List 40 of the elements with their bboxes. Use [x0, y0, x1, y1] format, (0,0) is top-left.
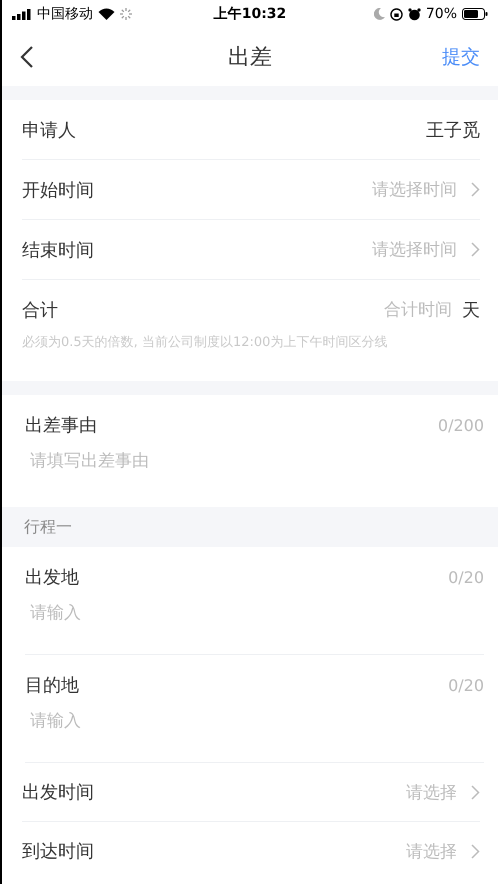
field-label: 目的地: [25, 674, 79, 697]
chevron-right-icon: [471, 242, 480, 257]
loading-icon: [120, 8, 132, 20]
carrier: 中国移动: [37, 5, 93, 23]
alarm-icon: [408, 8, 421, 20]
back-button[interactable]: [20, 46, 34, 68]
wifi-icon: [98, 8, 115, 20]
rotation-lock-icon: [390, 8, 403, 20]
select-field[interactable]: 请选择时间: [372, 238, 480, 261]
signal-icon: [12, 8, 32, 20]
clock-time: 上午10:32: [214, 5, 286, 23]
field-label: 到达时间: [22, 840, 94, 863]
field-label: 合计: [22, 298, 58, 322]
field-label: 出差事由: [25, 414, 97, 437]
field-label: 结束时间: [22, 238, 94, 262]
input-field[interactable]: 请填写出差事由: [30, 447, 484, 475]
field-label: 申请人: [22, 118, 76, 142]
applicant-name: 王子觅: [426, 118, 480, 142]
chevron-right-icon: [471, 182, 480, 197]
field-label: 开始时间: [22, 178, 94, 202]
submit-button[interactable]: 提交: [442, 44, 480, 70]
total-time-value: 合计时间: [384, 299, 452, 321]
input-field[interactable]: 请输入: [30, 707, 484, 735]
character-counter: 0/20: [448, 676, 484, 694]
field-label: 出发地: [25, 566, 79, 589]
unit-label: 天: [462, 298, 480, 322]
section-header: 行程一: [2, 507, 498, 547]
select-field[interactable]: 请选择: [406, 780, 480, 804]
battery-percent: 70%: [426, 6, 458, 22]
moon-icon: [374, 8, 385, 20]
field-label: 出发时间: [22, 781, 94, 804]
chevron-right-icon: [471, 784, 480, 800]
select-field[interactable]: 请选择时间: [372, 178, 480, 201]
character-counter: 0/200: [438, 416, 484, 434]
page-title: 出差: [228, 44, 272, 72]
select-field[interactable]: 请选择: [406, 840, 480, 862]
battery-icon: [462, 8, 488, 20]
chevron-right-icon: [471, 844, 480, 858]
character-counter: 0/20: [448, 568, 484, 586]
input-field[interactable]: 请输入: [30, 599, 484, 627]
